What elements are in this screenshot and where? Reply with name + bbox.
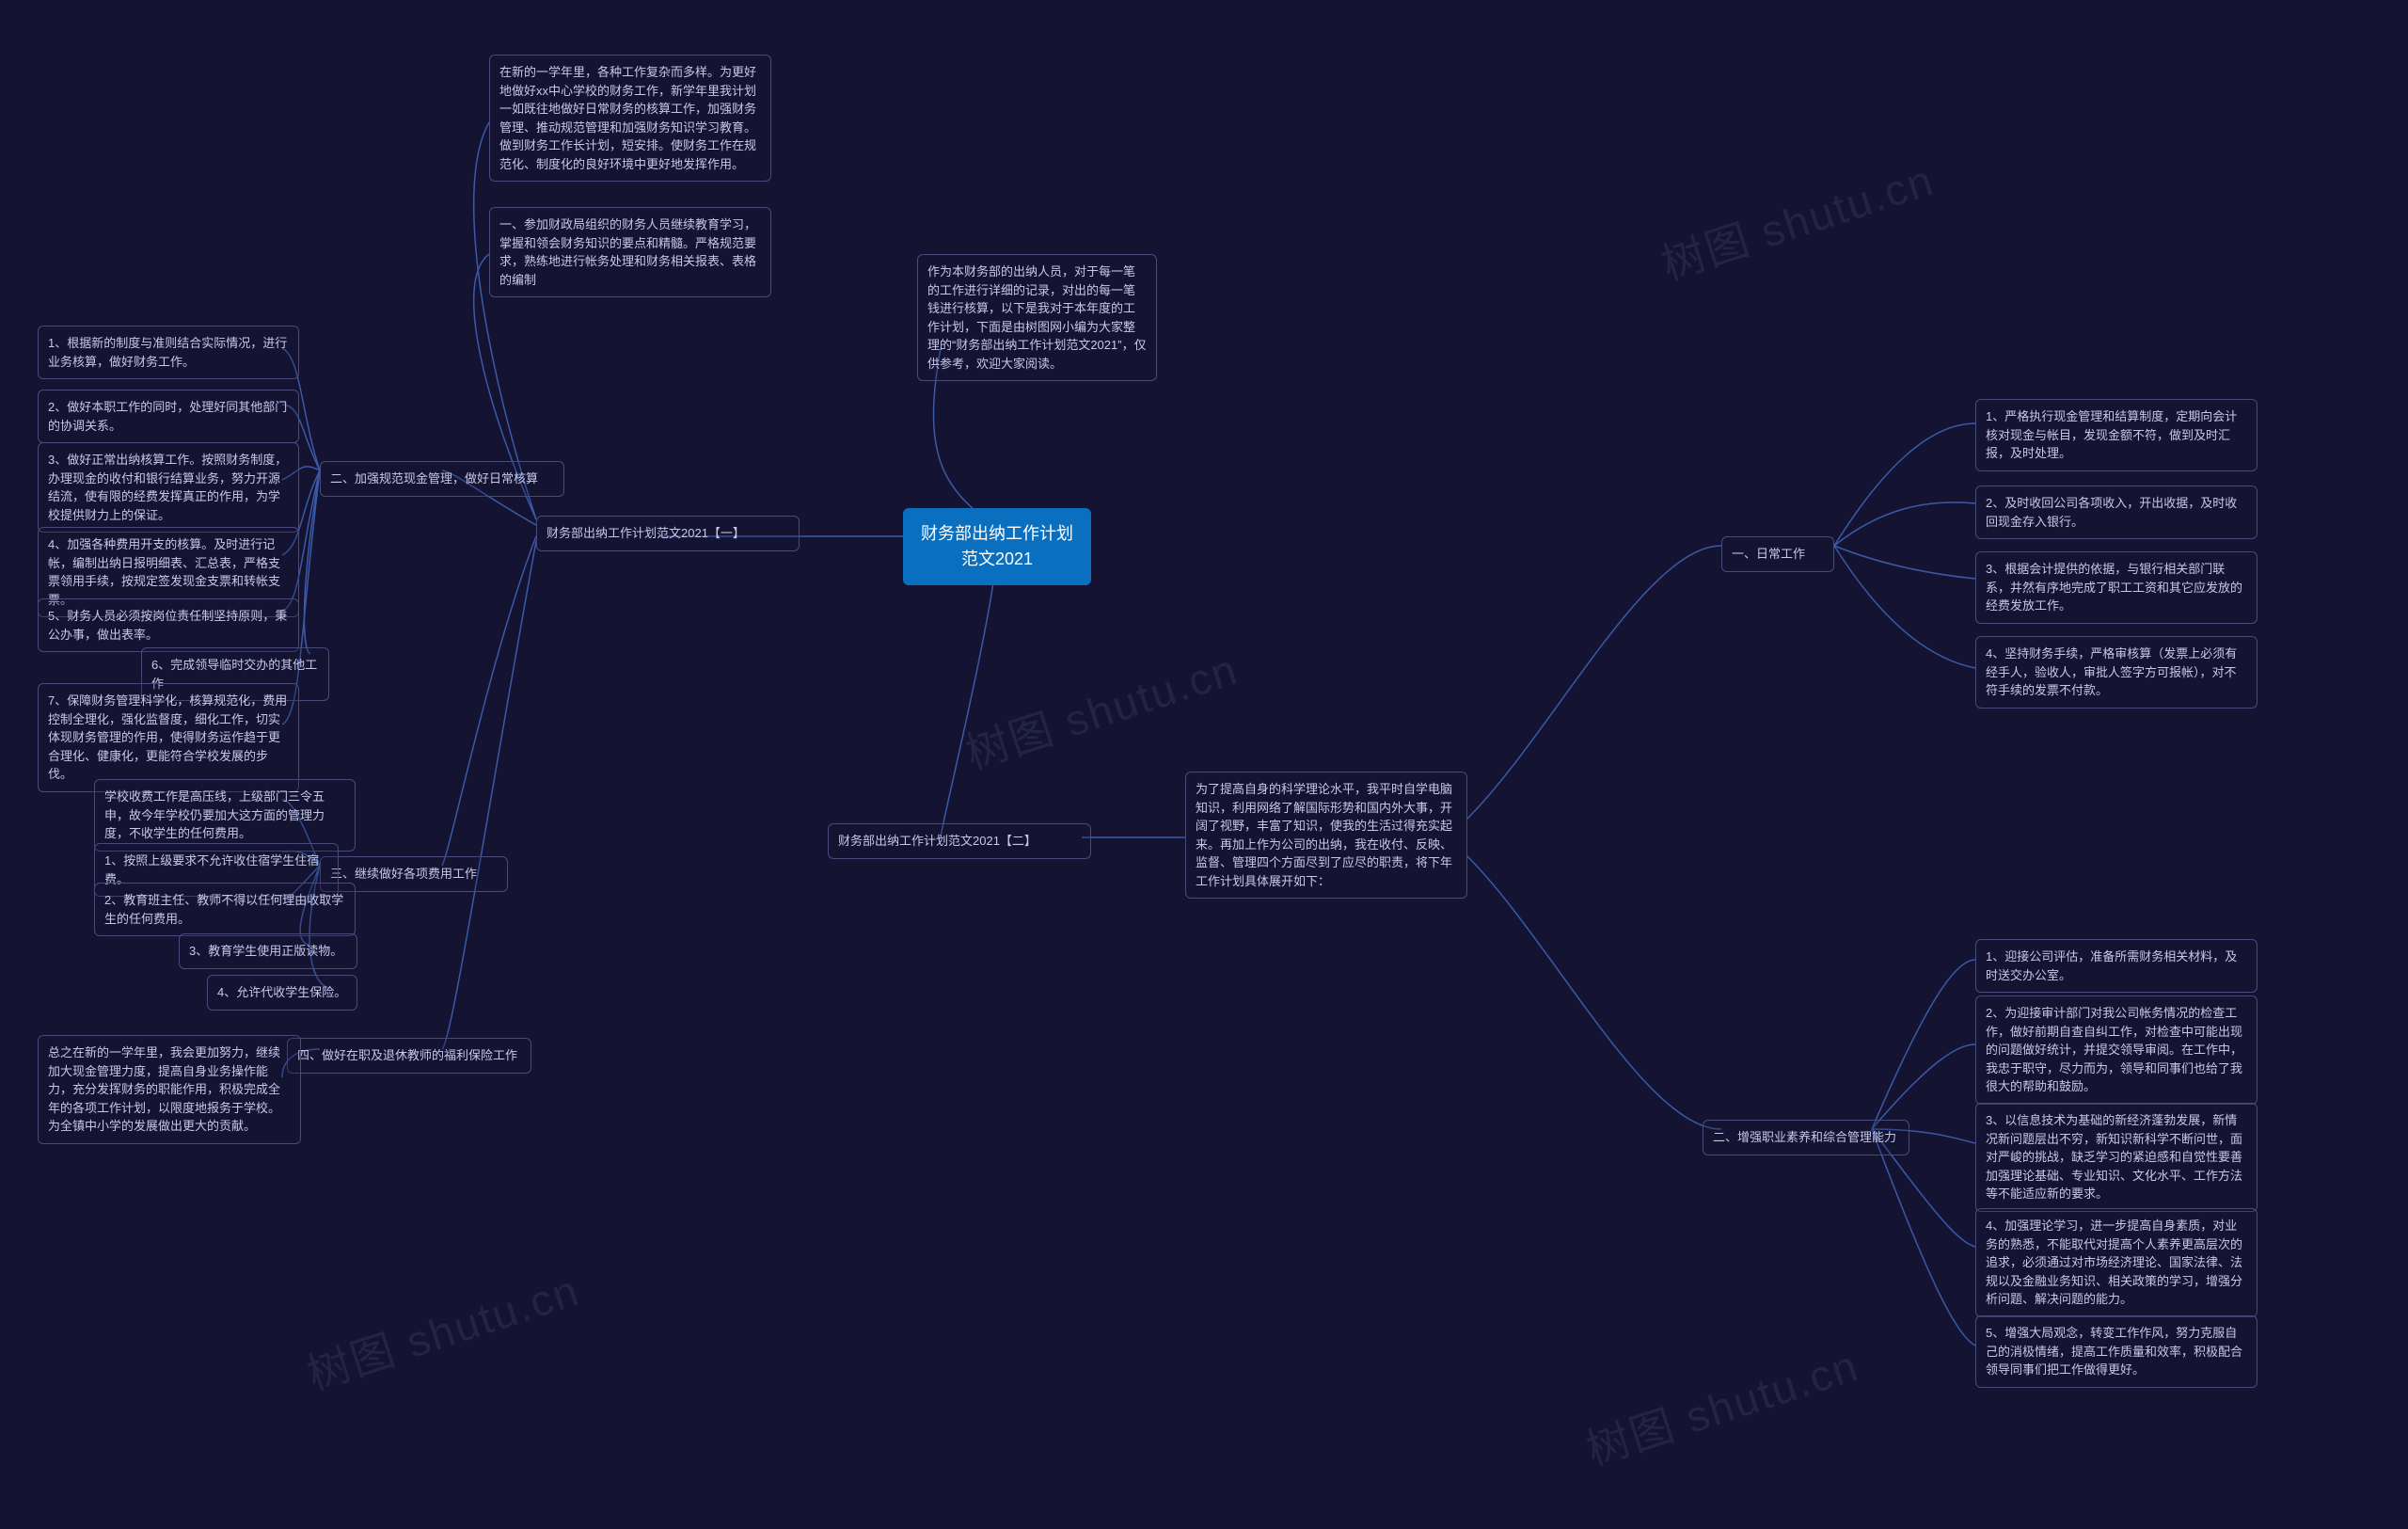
left-preface[interactable]: 在新的一学年里，各种工作复杂而多样。为更好地做好xx中心学校的财务工作，新学年里…: [489, 55, 771, 182]
intro-node[interactable]: 作为本财务部的出纳人员，对于每一笔的工作进行详细的记录，对出的每一笔钱进行核算，…: [917, 254, 1157, 381]
right-s2-item5[interactable]: 5、增强大局观念，转变工作作风，努力克服自己的消极情绪，提高工作质量和效率，积极…: [1975, 1315, 2258, 1388]
right-preface[interactable]: 为了提高自身的科学理论水平，我平时自学电脑知识，利用网络了解国际形势和国内外大事…: [1185, 772, 1467, 899]
left-title[interactable]: 财务部出纳工作计划范文2021【一】: [536, 516, 800, 551]
right-title[interactable]: 财务部出纳工作计划范文2021【二】: [828, 823, 1091, 859]
right-s1-item3[interactable]: 3、根据会计提供的依据，与银行相关部门联系，井然有序地完成了职工工资和其它应发放…: [1975, 551, 2258, 624]
right-s2-item3[interactable]: 3、以信息技术为基础的新经济蓬勃发展，新情况新问题层出不穷，新知识新科学不断问世…: [1975, 1103, 2258, 1212]
right-s1-title[interactable]: 一、日常工作: [1721, 536, 1834, 572]
right-s2-item1[interactable]: 1、迎接公司评估，准备所需财务相关材料，及时送交办公室。: [1975, 939, 2258, 993]
root-node[interactable]: 财务部出纳工作计划范文2021: [903, 508, 1091, 585]
left-s4-text[interactable]: 总之在新的一学年里，我会更加努力，继续加大现金管理力度，提高自身业务操作能力，充…: [38, 1035, 301, 1144]
left-s2-item1[interactable]: 1、根据新的制度与准则结合实际情况，进行业务核算，做好财务工作。: [38, 326, 299, 379]
left-s3-item4[interactable]: 4、允许代收学生保险。: [207, 975, 357, 1011]
left-s3-item3[interactable]: 3、教育学生使用正版读物。: [179, 933, 357, 969]
watermark: 树图 shutu.cn: [1653, 146, 1941, 293]
left-s2-title[interactable]: 二、加强规范现金管理，做好日常核算: [320, 461, 564, 497]
right-s2-item2[interactable]: 2、为迎接审计部门对我公司帐务情况的检查工作，做好前期自查自纠工作，对检查中可能…: [1975, 995, 2258, 1105]
left-s3-item2[interactable]: 2、教育班主任、教师不得以任何理由收取学生的任何费用。: [94, 883, 356, 936]
left-s2-item5[interactable]: 5、财务人员必须按岗位责任制坚持原则，秉公办事，做出表率。: [38, 598, 299, 652]
right-s2-item4[interactable]: 4、加强理论学习，进一步提高自身素质，对业务的熟悉，不能取代对提高个人素养更高层…: [1975, 1208, 2258, 1317]
left-s2-item3[interactable]: 3、做好正常出纳核算工作。按照财务制度，办理现金的收付和银行结算业务，努力开源结…: [38, 442, 299, 533]
right-s1-item4[interactable]: 4、坚持财务手续，严格审核算（发票上必须有经手人，验收人，审批人签字方可报帐），…: [1975, 636, 2258, 709]
watermark: 树图 shutu.cn: [957, 635, 1244, 782]
left-s1[interactable]: 一、参加财政局组织的财务人员继续教育学习，掌握和领会财务知识的要点和精髓。严格规…: [489, 207, 771, 297]
watermark: 树图 shutu.cn: [1577, 1331, 1865, 1478]
right-s2-title[interactable]: 二、增强职业素养和综合管理能力: [1703, 1120, 1909, 1155]
right-s1-item2[interactable]: 2、及时收回公司各项收入，开出收据，及时收回现金存入银行。: [1975, 486, 2258, 539]
left-s2-item2[interactable]: 2、做好本职工作的同时，处理好同其他部门的协调关系。: [38, 390, 299, 443]
left-s4-title[interactable]: 四、做好在职及退休教师的福利保险工作: [287, 1038, 531, 1074]
left-s2-item7[interactable]: 7、保障财务管理科学化，核算规范化，费用控制全理化，强化监督度，细化工作，切实体…: [38, 683, 299, 792]
left-s3-intro[interactable]: 学校收费工作是高压线，上级部门三令五申，故今年学校仍要加大这方面的管理力度，不收…: [94, 779, 356, 852]
watermark: 树图 shutu.cn: [298, 1256, 586, 1403]
right-s1-item1[interactable]: 1、严格执行现金管理和结算制度，定期向会计核对现金与帐目，发现金额不符，做到及时…: [1975, 399, 2258, 471]
